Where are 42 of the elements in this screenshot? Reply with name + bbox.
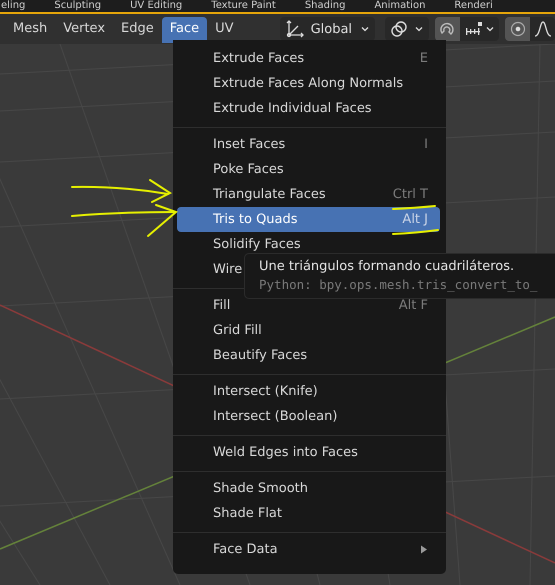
menu-item[interactable]: Face Data: [177, 537, 440, 562]
axes-icon: [284, 19, 305, 39]
chevron-icon: [484, 24, 495, 34]
increment-icon: [464, 21, 485, 37]
link-rings-icon: [390, 20, 408, 38]
menu-item[interactable]: Extrude Faces Along Normals: [177, 71, 440, 96]
header-menu[interactable]: Vertex: [55, 17, 114, 41]
target-circle-icon: [510, 21, 526, 37]
tooltip: Une triángulos formando cuadriláteros. Python: bpy.ops.mesh.tris_convert_to_: [244, 253, 555, 299]
menu-item[interactable]: Poke Faces: [177, 157, 440, 182]
menu-item[interactable]: Beautify Faces: [177, 343, 440, 368]
curve-icon: [534, 21, 552, 37]
workspace-tab[interactable]: Sculpting: [54, 0, 102, 12]
menu-item[interactable]: Grid Fill: [177, 318, 440, 343]
pivot-dropdown[interactable]: [384, 17, 429, 41]
workspace-tab[interactable]: Texture Paint: [211, 0, 276, 12]
workspace-tab[interactable]: Renderi: [454, 0, 493, 12]
menu-item[interactable]: Intersect (Boolean): [177, 404, 440, 429]
workspace-tab[interactable]: Shading: [304, 0, 346, 12]
underline-annotation: [392, 229, 439, 235]
workspace-tab[interactable]: eling: [1, 0, 26, 12]
chevron-icon: [414, 24, 424, 34]
header-menu[interactable]: Face: [162, 17, 208, 43]
chevron-icon: [360, 24, 370, 34]
header-menu[interactable]: Mesh: [5, 17, 56, 41]
workspace-tab[interactable]: UV Editing: [130, 0, 182, 12]
menu-item[interactable]: Triangulate Faces Ctrl T: [177, 182, 440, 207]
proportional-edit-toggle[interactable]: [505, 17, 530, 41]
menu-item[interactable]: Shade Smooth: [177, 476, 440, 501]
menu-item[interactable]: Tris to Quads Alt J: [177, 207, 440, 232]
underline-annotation: [392, 205, 436, 210]
menu-item[interactable]: Intersect (Knife): [177, 379, 440, 404]
snap-toggle[interactable]: [434, 17, 460, 41]
menu-item[interactable]: Inset Faces I: [177, 132, 440, 157]
menu-item[interactable]: Extrude Individual Faces: [177, 96, 440, 121]
workspace-tab[interactable]: Animation: [374, 0, 426, 12]
menu-item[interactable]: Extrude Faces E: [177, 46, 440, 71]
menu-item[interactable]: Shade Flat: [177, 501, 440, 526]
header-menu[interactable]: UV: [207, 17, 242, 41]
header-menu[interactable]: Edge: [113, 17, 162, 41]
orientation-dropdown[interactable]: Global: [280, 17, 375, 41]
menu-item[interactable]: Weld Edges into Faces: [177, 440, 440, 465]
